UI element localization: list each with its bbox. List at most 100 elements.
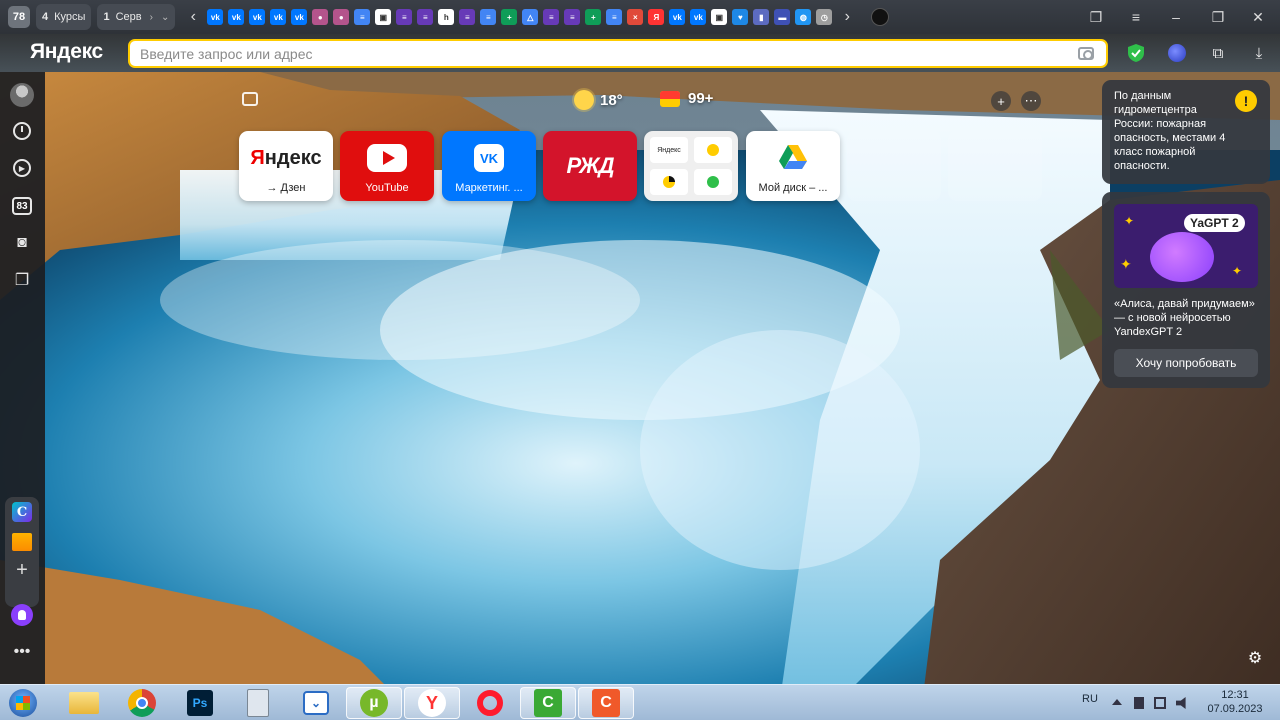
- tile-vk-marketing[interactable]: VK Маркетинг. ...: [442, 131, 536, 201]
- tile-folder[interactable]: Яндекс: [644, 131, 738, 201]
- downloads-icon[interactable]: ⤓: [1248, 42, 1270, 64]
- add-tile-button[interactable]: +: [991, 91, 1011, 111]
- weather-informer[interactable]: 18°: [574, 90, 623, 110]
- rzd-logo-icon: РЖД: [566, 153, 614, 179]
- vk-icon[interactable]: vk: [207, 9, 224, 25]
- history-icon[interactable]: [10, 119, 34, 143]
- customize-icon[interactable]: ⚙: [1245, 648, 1265, 668]
- clock[interactable]: 12:31 07.09.2023: [1196, 688, 1274, 716]
- collections-icon[interactable]: ❐: [10, 268, 34, 292]
- alice-icon[interactable]: [10, 603, 34, 627]
- form-icon[interactable]: ≡: [459, 9, 476, 25]
- form-icon[interactable]: ≡: [543, 9, 560, 25]
- sheets-icon[interactable]: +: [585, 9, 602, 25]
- tab-count-badge[interactable]: 78: [8, 6, 30, 28]
- sparkle-icon: ✦: [1232, 264, 1243, 278]
- more-icon[interactable]: •••: [10, 640, 34, 664]
- tabs-counter-icon[interactable]: 83: [10, 194, 34, 218]
- fire-alert-card[interactable]: По данным гидрометцентра России: пожарна…: [1102, 80, 1270, 184]
- clock-icon[interactable]: ◷: [816, 9, 833, 25]
- yandex-icon[interactable]: Я: [648, 9, 665, 25]
- restore-icon[interactable]: ❐: [1208, 7, 1228, 27]
- menu-icon[interactable]: ≡: [1126, 7, 1146, 27]
- omnibox[interactable]: [128, 39, 1108, 68]
- docs-icon[interactable]: ≡: [480, 9, 497, 25]
- new-tab-button[interactable]: [871, 8, 890, 26]
- more-tiles-button[interactable]: ⋯: [1021, 91, 1041, 111]
- youtube-icon: [367, 144, 407, 172]
- utorrent-icon[interactable]: µ: [346, 687, 402, 719]
- form-icon[interactable]: ≡: [417, 9, 434, 25]
- cross-icon[interactable]: ×: [627, 9, 644, 25]
- canva-icon[interactable]: C: [12, 502, 32, 522]
- extensions-icon[interactable]: ⧉: [1207, 42, 1229, 64]
- play-icon[interactable]: ▶: [10, 156, 34, 180]
- gallery-toggle-icon[interactable]: [242, 92, 258, 106]
- profile-photo-icon[interactable]: ●: [312, 9, 329, 25]
- search-input[interactable]: [140, 45, 1040, 62]
- phone-icon[interactable]: ▮: [753, 9, 770, 25]
- yandex-logo[interactable]: Яндекс: [30, 40, 103, 64]
- image-icon[interactable]: ▣: [711, 9, 728, 25]
- camera-icon[interactable]: [1078, 47, 1094, 60]
- minimize-icon[interactable]: –: [1166, 7, 1186, 27]
- tile-rzd[interactable]: РЖД: [543, 131, 637, 201]
- vk-icon[interactable]: vk: [669, 9, 686, 25]
- add-app-icon[interactable]: +: [12, 560, 32, 581]
- sheets-icon[interactable]: +: [501, 9, 518, 25]
- photoshop-icon[interactable]: Ps: [172, 687, 228, 719]
- drive-icon[interactable]: △: [522, 9, 539, 25]
- calculator-icon[interactable]: [230, 687, 286, 719]
- alice-orb-icon[interactable]: [1166, 42, 1188, 64]
- app-icon[interactable]: ▬: [774, 9, 791, 25]
- explorer-icon[interactable]: [56, 687, 112, 719]
- tile-google-drive[interactable]: Мой диск – ...: [746, 131, 840, 201]
- vk-icon[interactable]: vk: [291, 9, 308, 25]
- gallery-icon[interactable]: [12, 533, 32, 551]
- heart-icon[interactable]: ♥: [732, 9, 749, 25]
- scroll-tabs-right-icon[interactable]: ›: [837, 8, 857, 26]
- screenshot-icon[interactable]: ◙: [10, 231, 34, 255]
- form-icon[interactable]: ≡: [396, 9, 413, 25]
- chevron-down-icon[interactable]: ⌄: [161, 12, 169, 23]
- tabs-menu-icon[interactable]: ❐: [1086, 7, 1106, 27]
- flag-icon[interactable]: [1134, 697, 1144, 709]
- start-button[interactable]: [0, 687, 46, 719]
- vk-icon[interactable]: vk: [249, 9, 266, 25]
- opera-icon[interactable]: [462, 687, 518, 719]
- yagpt-promo-card[interactable]: ✦ ✦ ✦ YaGPT 2 «Алиса, давай придумаем» —…: [1102, 192, 1270, 388]
- scroll-tabs-left-icon[interactable]: ‹: [183, 8, 203, 26]
- profile-photo-icon[interactable]: ●: [333, 9, 350, 25]
- docs-icon[interactable]: ≡: [606, 9, 623, 25]
- image-icon[interactable]: ▣: [375, 9, 392, 25]
- empty-tile-slot[interactable]: [948, 131, 1042, 201]
- folder-item-green-icon: [694, 169, 732, 195]
- avatar[interactable]: [10, 83, 34, 107]
- form-icon[interactable]: ≡: [564, 9, 581, 25]
- globe-icon[interactable]: ◍: [795, 9, 812, 25]
- protect-shield-icon[interactable]: [1125, 42, 1147, 64]
- sidebar: ▶ 83 ◙ ❐ C + •••: [0, 72, 45, 684]
- try-yagpt-button[interactable]: Хочу попробовать: [1114, 349, 1258, 377]
- camtasia-green-icon[interactable]: C: [520, 687, 576, 719]
- tile-yandex[interactable]: Яндекс → Дзен: [239, 131, 333, 201]
- tab-group-courses[interactable]: 4 Курсы: [36, 4, 92, 30]
- tab-group-services[interactable]: 1 Серв › ⌄: [97, 4, 176, 30]
- volume-icon[interactable]: [1176, 697, 1186, 709]
- docs-icon[interactable]: ≡: [354, 9, 371, 25]
- pocket-icon[interactable]: ⌄: [288, 687, 344, 719]
- camtasia-orange-icon[interactable]: C: [578, 687, 634, 719]
- tray-expand-icon[interactable]: [1112, 699, 1122, 705]
- close-icon[interactable]: ✕: [1248, 7, 1268, 27]
- tile-youtube[interactable]: YouTube: [340, 131, 434, 201]
- vk-icon[interactable]: vk: [690, 9, 707, 25]
- mail-informer[interactable]: 99+: [660, 90, 713, 107]
- chrome-icon[interactable]: [114, 687, 170, 719]
- network-icon[interactable]: [1154, 697, 1166, 709]
- habr-icon[interactable]: h: [438, 9, 455, 25]
- yandex-browser-icon[interactable]: Y: [404, 687, 460, 719]
- vk-icon[interactable]: vk: [228, 9, 245, 25]
- empty-tile-slot[interactable]: [847, 131, 941, 201]
- vk-icon[interactable]: vk: [270, 9, 287, 25]
- language-indicator[interactable]: RU: [1082, 693, 1098, 705]
